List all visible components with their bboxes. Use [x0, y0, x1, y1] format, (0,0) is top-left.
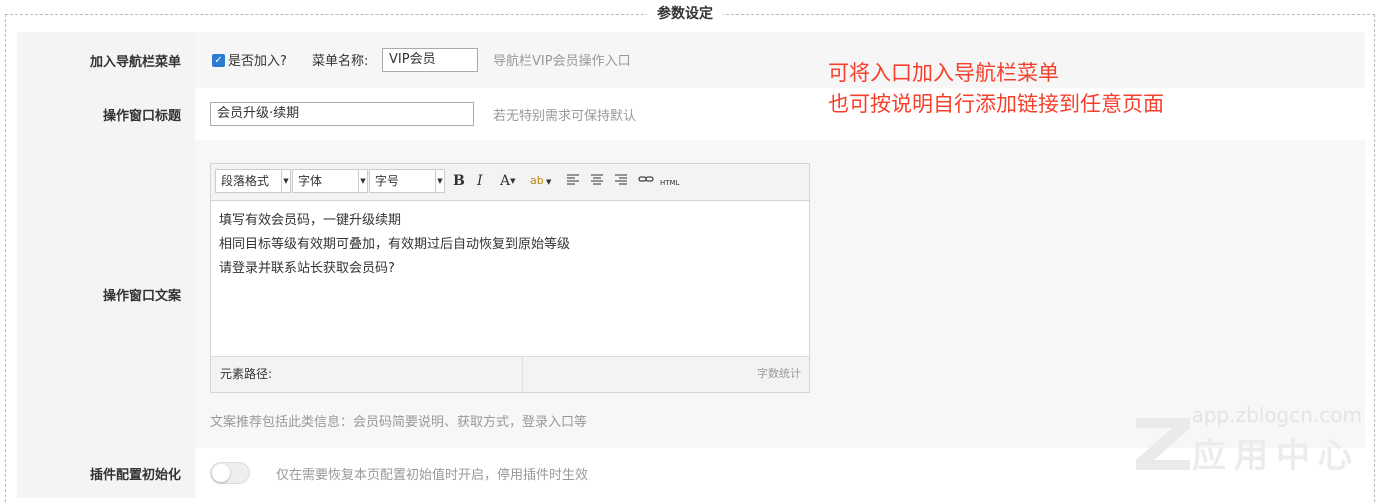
html-source-button[interactable]: HTML	[660, 174, 679, 192]
editor-content-area[interactable]: 填写有效会员码，一键升级续期 相同目标等级有效期可叠加，有效期过后自动恢复到原始…	[211, 201, 809, 357]
row-content: ✓ 是否加入? 菜单名称: VIP会员 导航栏VIP会员操作入口	[195, 32, 1365, 88]
font-family-label: 字体	[298, 174, 323, 188]
editor-statusbar: 元素路径: 字数统计	[211, 356, 809, 392]
dropdown-arrow-icon: ▼	[435, 170, 444, 192]
chevron-down-icon: ▼	[510, 177, 516, 185]
align-center-button[interactable]	[590, 172, 604, 191]
paragraph-format-label: 段落格式	[221, 174, 270, 188]
font-family-select[interactable]: 字体 ▼	[292, 169, 368, 193]
editor-toolbar: 段落格式 ▼ 字体 ▼ 字号 ▼ B I A▼ ab ▼ HTML	[211, 164, 809, 201]
menu-name-label: 菜单名称:	[312, 54, 369, 69]
link-button[interactable]	[638, 172, 654, 191]
align-left-button[interactable]	[566, 172, 580, 191]
reset-toggle[interactable]	[210, 462, 250, 484]
row-window-copy: 操作窗口文案 段落格式 ▼ 字体 ▼ 字号 ▼ B I A▼ ab ▼ HTML…	[17, 140, 1365, 448]
element-path: 元素路径:	[211, 357, 523, 392]
font-color-icon: A	[500, 173, 511, 189]
content-line: 填写有效会员码，一键升级续期	[219, 213, 402, 228]
font-color-button[interactable]: A▼	[500, 172, 516, 190]
window-copy-hint: 文案推荐包括此类信息：会员码简要说明、获取方式，登录入口等	[210, 415, 588, 430]
window-title-input[interactable]: 会员升级·续期	[210, 102, 474, 126]
align-right-icon	[615, 174, 627, 185]
paragraph-format-select[interactable]: 段落格式 ▼	[215, 169, 291, 193]
word-count: 字数统计	[757, 367, 801, 380]
join-nav-checkbox[interactable]: ✓	[212, 54, 225, 67]
watermark-url: app.zblogcn.com	[1191, 403, 1362, 427]
italic-button[interactable]: I	[477, 172, 483, 190]
font-size-label: 字号	[375, 174, 400, 188]
row-content: 段落格式 ▼ 字体 ▼ 字号 ▼ B I A▼ ab ▼ HTML 填写有效会员…	[195, 140, 1365, 448]
toggle-knob	[212, 464, 230, 482]
content-line: 请登录并联系站长获取会员码?	[219, 261, 395, 276]
chevron-down-icon: ▼	[543, 178, 552, 186]
menu-name-input[interactable]: VIP会员	[382, 48, 478, 72]
row-label: 插件配置初始化	[17, 448, 195, 498]
link-icon	[638, 176, 654, 182]
reset-hint: 仅在需要恢复本页配置初始值时开启，停用插件时生效	[276, 468, 589, 483]
font-size-select[interactable]: 字号 ▼	[369, 169, 445, 193]
row-label: 操作窗口文案	[17, 140, 195, 448]
rich-text-editor: 段落格式 ▼ 字体 ▼ 字号 ▼ B I A▼ ab ▼ HTML 填写有效会员…	[210, 163, 810, 393]
content-line: 相同目标等级有效期可叠加，有效期过后自动恢复到原始等级	[219, 237, 571, 252]
section-title: 参数设定	[647, 3, 723, 25]
bold-button[interactable]: B	[453, 172, 465, 190]
align-right-button[interactable]	[614, 172, 628, 191]
highlight-icon: ab	[530, 174, 544, 187]
highlight-button[interactable]: ab ▼	[530, 172, 551, 191]
row-content: 会员升级·续期 若无特别需求可保持默认	[195, 88, 1365, 140]
row-label: 操作窗口标题	[17, 88, 195, 140]
align-left-icon	[567, 174, 579, 185]
checkbox-label: 是否加入?	[228, 54, 287, 69]
window-title-hint: 若无特别需求可保持默认	[493, 109, 637, 124]
row-nav-menu: 加入导航栏菜单 ✓ 是否加入? 菜单名称: VIP会员 导航栏VIP会员操作入口	[17, 32, 1365, 88]
row-label: 加入导航栏菜单	[17, 32, 195, 88]
dropdown-arrow-icon: ▼	[281, 170, 290, 192]
watermark-text: 应用中心	[1192, 436, 1360, 476]
annotation-line-1: 可将入口加入导航栏菜单	[828, 61, 1059, 85]
watermark-logo-icon	[1136, 418, 1190, 470]
nav-menu-hint: 导航栏VIP会员操作入口	[493, 54, 631, 69]
dropdown-arrow-icon: ▼	[358, 170, 367, 192]
align-center-icon	[591, 174, 603, 185]
annotation-line-2: 也可按说明自行添加链接到任意页面	[828, 92, 1164, 116]
